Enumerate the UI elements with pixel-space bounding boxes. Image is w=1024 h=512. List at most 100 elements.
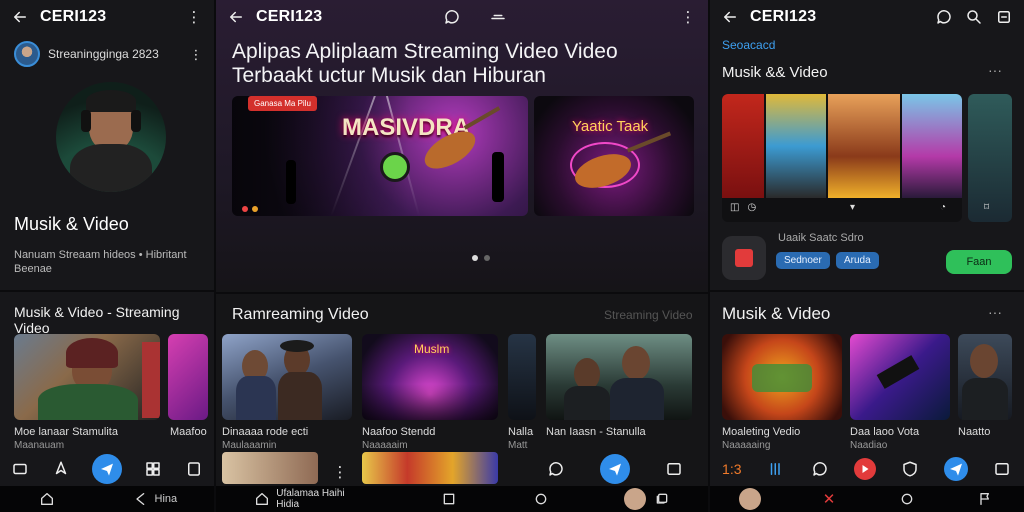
video-title: Naatto — [958, 426, 991, 438]
app-name: Uaaik Saatc Sdro — [778, 232, 864, 244]
more-horizontal-icon[interactable]: ··· — [988, 304, 1002, 320]
more-vertical-icon[interactable]: ⋮ — [186, 44, 206, 64]
video-title: Nalla — [508, 426, 534, 438]
bottom-nav — [546, 454, 684, 484]
clock-icon[interactable]: ◷ — [747, 202, 756, 213]
back-arrow-icon[interactable] — [226, 7, 246, 27]
cast-icon[interactable] — [488, 7, 508, 27]
top-bar: CERI123 ⋮ — [0, 0, 214, 34]
video-thumbnail[interactable]: Muslm — [362, 334, 498, 420]
open-button[interactable]: Faan — [946, 250, 1012, 274]
carousel-dot[interactable] — [484, 255, 490, 261]
back-arrow-icon[interactable] — [720, 7, 740, 27]
more-icon[interactable]: ⋮ — [330, 462, 350, 482]
nav-explore[interactable] — [51, 459, 71, 479]
more-vertical-icon[interactable]: ⋮ — [678, 7, 698, 27]
send-fab-button[interactable] — [600, 454, 630, 484]
avatar[interactable] — [739, 488, 761, 510]
chat-icon[interactable] — [546, 459, 566, 479]
video-thumbnail[interactable] — [958, 334, 1012, 420]
back-label: Hina — [154, 493, 178, 505]
video-subtitle: Maanauam — [14, 440, 65, 451]
avatar — [623, 488, 646, 510]
back-arrow-icon[interactable] — [10, 7, 30, 27]
poster-grid[interactable]: ◫ ◷ ▾ ◔ — [722, 94, 962, 222]
more-horizontal-icon[interactable]: ··· — [988, 62, 1002, 78]
explore-icon — [51, 459, 71, 479]
banner-badge: Ganasa Ma Pilu — [248, 96, 317, 111]
home-icon — [10, 459, 30, 479]
home-circle-icon[interactable] — [897, 489, 917, 509]
center-screen: CERI123 ⋮ Aplipas Apliplaam Streaming Vi… — [216, 0, 708, 512]
category-tag[interactable]: Sednoer — [776, 252, 830, 269]
video-thumbnail[interactable] — [722, 334, 842, 420]
channel-name: Streaningginga 2823 — [48, 47, 159, 61]
system-nav-bar: Ufalamaa Haihi Hidia — [216, 486, 708, 512]
video-title: Moaleting Vedio — [722, 426, 801, 438]
app-title: CERI123 — [750, 8, 817, 25]
top-bar: CERI123 — [710, 0, 1024, 34]
tools-icon[interactable]: ✕ — [819, 489, 839, 509]
category-tag[interactable]: Aruda — [836, 252, 879, 269]
library-icon[interactable] — [766, 459, 786, 479]
nav-count[interactable]: 1:3 — [722, 461, 741, 477]
nav-home[interactable] — [10, 459, 30, 479]
featured-banner[interactable]: MASIVDRA — [232, 96, 528, 216]
send-fab-button[interactable] — [91, 454, 122, 484]
chat-icon[interactable] — [934, 7, 954, 27]
home-icon[interactable] — [37, 489, 57, 509]
search-icon[interactable] — [964, 7, 984, 27]
nav-library[interactable] — [143, 459, 163, 479]
video-thumbnail[interactable] — [546, 334, 692, 420]
section-see-all[interactable]: Streaming Video — [604, 308, 693, 322]
record-button[interactable] — [853, 458, 876, 480]
carousel-dot-active[interactable] — [472, 255, 478, 261]
chevron-down-icon[interactable]: ▾ — [850, 202, 855, 213]
channel-row[interactable]: Streaningginga 2823 ⋮ — [14, 40, 206, 68]
poster[interactable] — [722, 94, 764, 198]
cc-icon[interactable]: ◫ — [730, 202, 739, 213]
timer-icon[interactable]: ◔ — [940, 202, 946, 213]
video-thumbnail[interactable] — [14, 334, 160, 420]
video-thumbnail[interactable] — [508, 334, 536, 420]
video-icon[interactable] — [664, 459, 684, 479]
send-icon — [609, 463, 621, 476]
section-title: Musik && Video — [722, 64, 828, 81]
video-thumbnail[interactable] — [222, 452, 318, 484]
send-fab-button[interactable] — [943, 457, 968, 481]
send-icon — [100, 463, 113, 476]
divider — [0, 290, 214, 292]
more-vertical-icon[interactable]: ⋮ — [184, 7, 204, 27]
poster[interactable] — [766, 94, 826, 198]
app-icon[interactable] — [722, 236, 766, 280]
video-thumbnail[interactable] — [362, 452, 498, 484]
home-circle-icon[interactable] — [531, 489, 551, 509]
flag-icon[interactable] — [975, 489, 995, 509]
poster[interactable] — [902, 94, 962, 198]
nav-profile[interactable] — [184, 459, 204, 479]
back-button[interactable]: Hina — [131, 489, 178, 509]
share-icon[interactable] — [994, 7, 1014, 27]
poster[interactable] — [828, 94, 900, 198]
home-button[interactable]: Ufalamaa Haihi Hidia — [252, 488, 366, 510]
video-subtitle: Naaaaaing — [722, 440, 771, 451]
chat-icon[interactable] — [442, 7, 462, 27]
send-icon — [949, 463, 962, 476]
featured-banner[interactable]: Yaatic Taak — [534, 96, 694, 216]
bookmark-icon[interactable]: ⌑ — [984, 202, 989, 213]
profile-description: Nanuam Streaam hideos • Hibritant Beenae — [14, 249, 187, 275]
play-icon — [862, 465, 869, 473]
video-thumbnail[interactable] — [222, 334, 352, 420]
video-icon[interactable] — [992, 459, 1012, 479]
poster[interactable]: ⌑ — [968, 94, 1012, 222]
account-button[interactable] — [623, 488, 672, 510]
video-subtitle: Naadiao — [850, 440, 888, 451]
shield-icon[interactable] — [900, 459, 920, 479]
recent-apps-icon[interactable] — [439, 489, 459, 509]
back-triangle-icon — [131, 489, 151, 509]
video-thumbnail[interactable] — [850, 334, 950, 420]
channel-avatar — [14, 41, 40, 67]
chat-icon[interactable] — [810, 459, 830, 479]
video-thumbnail[interactable] — [168, 334, 208, 420]
link-text[interactable]: Seoacacd — [722, 38, 775, 52]
